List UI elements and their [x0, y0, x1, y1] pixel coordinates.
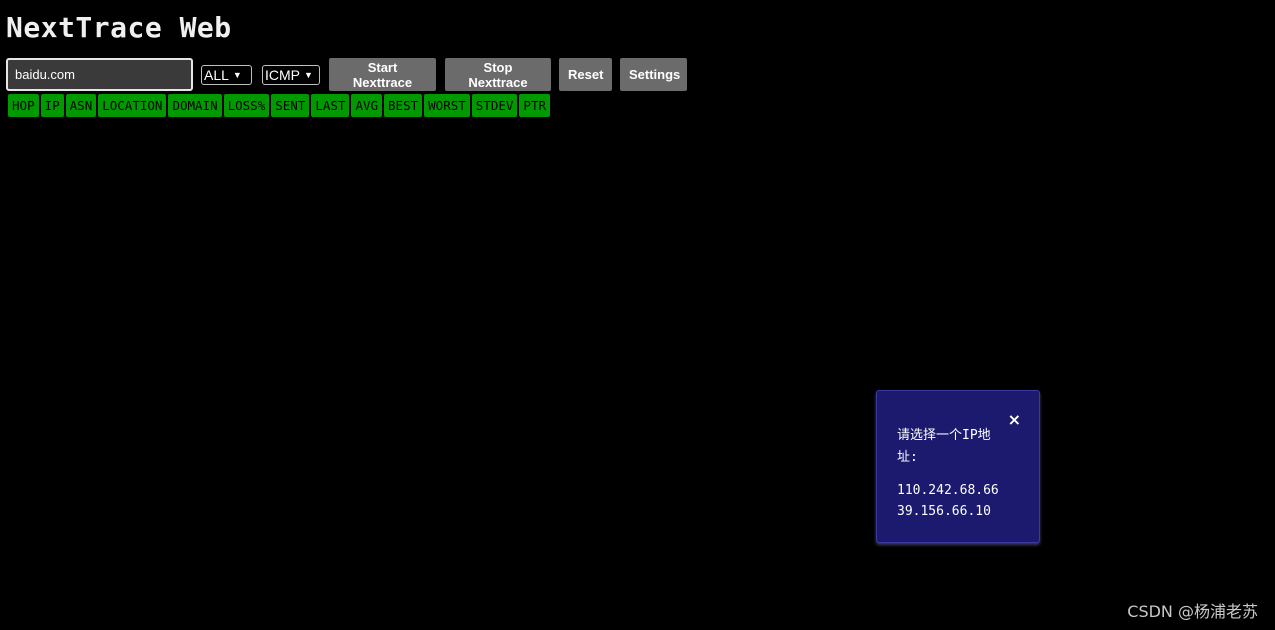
ip-version-select[interactable]: ALL ▼: [201, 64, 252, 85]
settings-button[interactable]: Settings: [620, 58, 687, 91]
column-header-sent: SENT: [271, 94, 310, 117]
reset-button[interactable]: Reset: [559, 58, 612, 91]
chevron-down-icon: ▼: [304, 69, 313, 80]
ip-option[interactable]: 110.242.68.66: [897, 480, 999, 501]
column-header-asn: ASN: [65, 94, 97, 117]
close-icon[interactable]: ×: [1008, 411, 1021, 429]
app-title: NextTrace Web: [6, 11, 232, 44]
target-input[interactable]: [6, 58, 193, 91]
start-nexttrace-button[interactable]: Start Nexttrace: [329, 58, 436, 91]
column-header-best: BEST: [384, 94, 423, 117]
control-bar: ALL ▼ ICMP ▼ Start Nexttrace Stop Nexttr…: [6, 58, 687, 91]
stop-nexttrace-button[interactable]: Stop Nexttrace: [445, 58, 551, 91]
column-header-avg: AVG: [351, 94, 383, 117]
column-header-worst: WORST: [424, 94, 470, 117]
ip-select-popup: × 请选择一个IP地址: 110.242.68.66 39.156.66.10: [876, 390, 1040, 543]
column-header-last: LAST: [311, 94, 350, 117]
table-header: HOP IP ASN LOCATION DOMAIN LOSS% SENT LA…: [8, 94, 550, 117]
protocol-value: ICMP: [265, 66, 300, 83]
watermark: CSDN @杨浦老苏: [1127, 602, 1258, 621]
popup-prompt: 请选择一个IP地址:: [897, 428, 991, 465]
chevron-down-icon: ▼: [232, 69, 242, 80]
column-header-hop: HOP: [8, 94, 39, 117]
ip-version-value: ALL: [204, 66, 229, 83]
column-header-domain: DOMAIN: [168, 94, 222, 117]
column-header-ptr: PTR: [519, 94, 550, 117]
ip-option[interactable]: 39.156.66.10: [897, 501, 999, 522]
column-header-location: LOCATION: [98, 94, 167, 117]
protocol-select[interactable]: ICMP ▼: [262, 64, 320, 85]
page: NextTrace Web ALL ▼ ICMP ▼ Start Nexttra…: [0, 0, 1275, 630]
column-header-ip: IP: [40, 94, 64, 117]
column-header-stdev: STDEV: [471, 94, 518, 117]
column-header-loss: LOSS%: [223, 94, 270, 117]
ip-list: 110.242.68.66 39.156.66.10: [897, 480, 999, 522]
